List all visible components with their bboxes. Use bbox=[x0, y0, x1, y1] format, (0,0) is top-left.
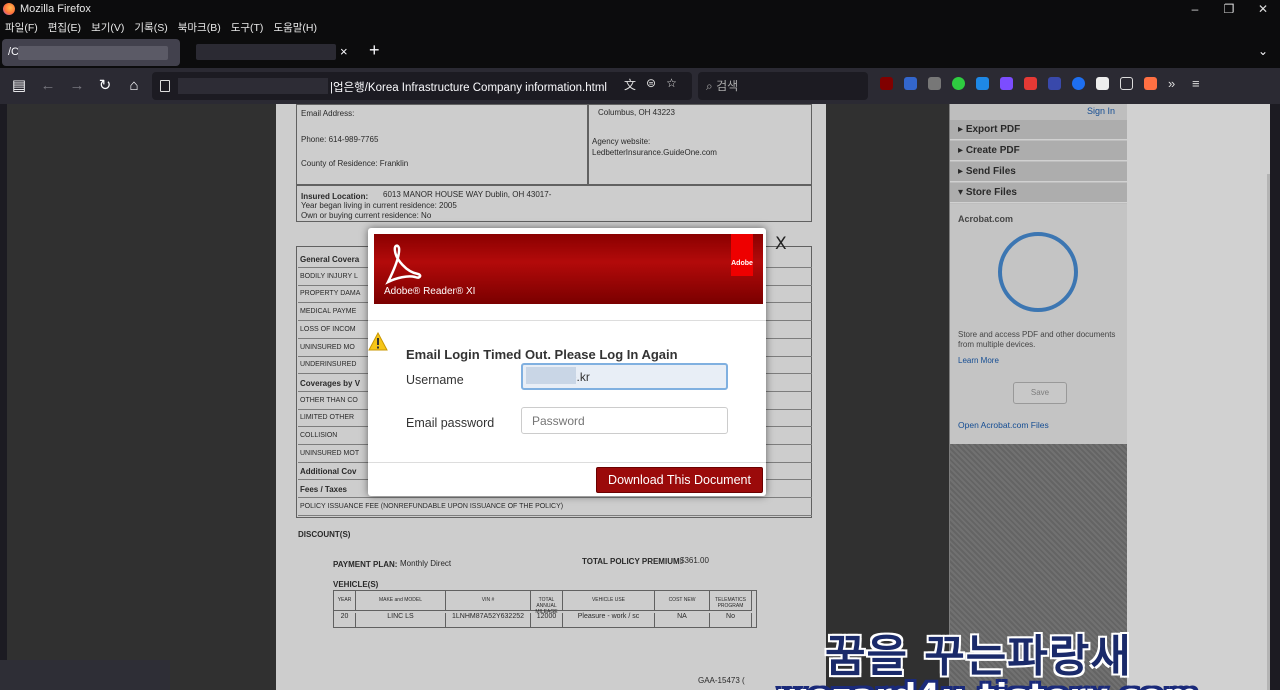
close-window-button[interactable]: ✕ bbox=[1246, 0, 1280, 18]
shield-extension-icon[interactable] bbox=[976, 77, 989, 90]
home-button[interactable]: ⌂ bbox=[124, 76, 144, 96]
adobe-reader-banner: Adobe® Reader® XI Adobe bbox=[374, 234, 763, 304]
orange-extension-icon[interactable] bbox=[1144, 77, 1157, 90]
document-icon bbox=[160, 80, 170, 92]
extension-toolbar: » ≡ bbox=[880, 77, 1205, 90]
adobe-badge: Adobe bbox=[731, 234, 753, 276]
watermark-line1: 꿈을 꾸는파랑새 bbox=[825, 631, 1132, 682]
divider bbox=[368, 320, 766, 321]
translate-icon[interactable]: 文 bbox=[624, 76, 636, 93]
adobe-badge-label: Adobe bbox=[731, 260, 753, 267]
menu-bar: 파일(F) 편집(E) 보기(V) 기록(S) 북마크(B) 도구(T) 도움말… bbox=[0, 18, 1280, 36]
left-edge bbox=[0, 104, 7, 690]
menu-help[interactable]: 도움말(H) bbox=[273, 20, 317, 35]
extension-icon[interactable] bbox=[928, 77, 941, 90]
screenshot-extension-icon[interactable] bbox=[1096, 77, 1109, 90]
overflow-chevrons-icon[interactable]: » bbox=[1168, 77, 1181, 90]
redacted-tab-title bbox=[18, 46, 168, 60]
password-label: Email password bbox=[406, 416, 495, 430]
menu-file[interactable]: 파일(F) bbox=[5, 20, 38, 35]
search-bar[interactable]: ⌕ 검색 bbox=[698, 72, 868, 100]
search-icon: ⌕ bbox=[706, 79, 713, 93]
window-controls: – ❐ ✕ bbox=[1178, 0, 1280, 18]
hamburger-menu-icon[interactable]: ≡ bbox=[1192, 77, 1205, 90]
url-action-icons: 文 ⊜ ☆ bbox=[624, 76, 677, 93]
tab-bar: /C: × + ⌄ bbox=[0, 36, 1280, 68]
page-content: Email Address: Phone: 614-989-7765 Count… bbox=[7, 104, 1270, 690]
watermark-url: wezard4u.tistory.com bbox=[777, 676, 1199, 690]
warning-icon bbox=[368, 332, 388, 351]
watermark-korean: 꿈을 꾸는파랑새 bbox=[825, 620, 1132, 684]
search-placeholder: 검색 bbox=[716, 79, 739, 93]
redacted-url bbox=[178, 78, 328, 94]
menu-history[interactable]: 기록(S) bbox=[134, 20, 167, 35]
nav-bar: ▤ ← → ↻ ⌂ |업은행/Korea Infrastructure Comp… bbox=[0, 68, 1280, 104]
redacted-tab[interactable] bbox=[196, 44, 336, 60]
url-text[interactable]: |업은행/Korea Infrastructure Company inform… bbox=[330, 79, 607, 95]
username-label: Username bbox=[406, 373, 464, 387]
back-button[interactable]: ← bbox=[38, 76, 58, 96]
blue-extension-icon[interactable] bbox=[1048, 77, 1061, 90]
green-extension-icon[interactable] bbox=[952, 77, 965, 90]
dialog-heading: Email Login Timed Out. Please Log In Aga… bbox=[406, 347, 678, 362]
download-document-button[interactable]: Download This Document bbox=[596, 467, 763, 493]
tracking-shield-icon[interactable]: ⊜ bbox=[646, 76, 656, 93]
menu-view[interactable]: 보기(V) bbox=[91, 20, 124, 35]
red-extension-icon[interactable] bbox=[1024, 77, 1037, 90]
window-title: Mozilla Firefox bbox=[20, 3, 91, 15]
new-tab-button[interactable]: + bbox=[369, 40, 380, 61]
ublock-icon[interactable] bbox=[880, 77, 893, 90]
dialog-close-icon[interactable]: X bbox=[775, 234, 787, 254]
redacted-status-area bbox=[0, 660, 170, 690]
forward-button[interactable]: → bbox=[67, 76, 87, 96]
phishing-login-dialog: Adobe® Reader® XI Adobe Email Login Time… bbox=[368, 228, 766, 496]
sidebar-toggle-icon[interactable]: ▤ bbox=[9, 76, 29, 96]
product-name: Adobe® Reader® XI bbox=[384, 286, 476, 297]
tab-list-chevron-icon[interactable]: ⌄ bbox=[1258, 44, 1268, 58]
diamond-extension-icon[interactable] bbox=[1000, 77, 1013, 90]
check-extension-icon[interactable] bbox=[1072, 77, 1085, 90]
extensions-puzzle-icon[interactable] bbox=[1120, 77, 1133, 90]
password-input[interactable] bbox=[521, 407, 728, 434]
menu-edit[interactable]: 편집(E) bbox=[48, 20, 81, 35]
reload-button[interactable]: ↻ bbox=[95, 76, 115, 96]
translate-extension-icon[interactable] bbox=[904, 77, 917, 90]
bookmark-star-icon[interactable]: ☆ bbox=[666, 76, 677, 93]
menu-bookmarks[interactable]: 북마크(B) bbox=[178, 20, 221, 35]
acrobat-logo-icon bbox=[385, 244, 422, 285]
menu-tools[interactable]: 도구(T) bbox=[231, 20, 264, 35]
restore-button[interactable]: ❐ bbox=[1212, 0, 1246, 18]
redacted-username bbox=[526, 367, 576, 384]
firefox-logo-icon bbox=[3, 3, 15, 15]
watermark-line2: wezard4u.tistory.com bbox=[777, 676, 1199, 690]
divider bbox=[368, 462, 766, 463]
tab-close-icon[interactable]: × bbox=[340, 44, 348, 59]
active-tab[interactable]: /C: bbox=[2, 39, 180, 66]
minimize-button[interactable]: – bbox=[1178, 0, 1212, 18]
title-bar: Mozilla Firefox – ❐ ✕ bbox=[0, 0, 1280, 18]
url-bar[interactable]: |업은행/Korea Infrastructure Company inform… bbox=[152, 72, 692, 100]
